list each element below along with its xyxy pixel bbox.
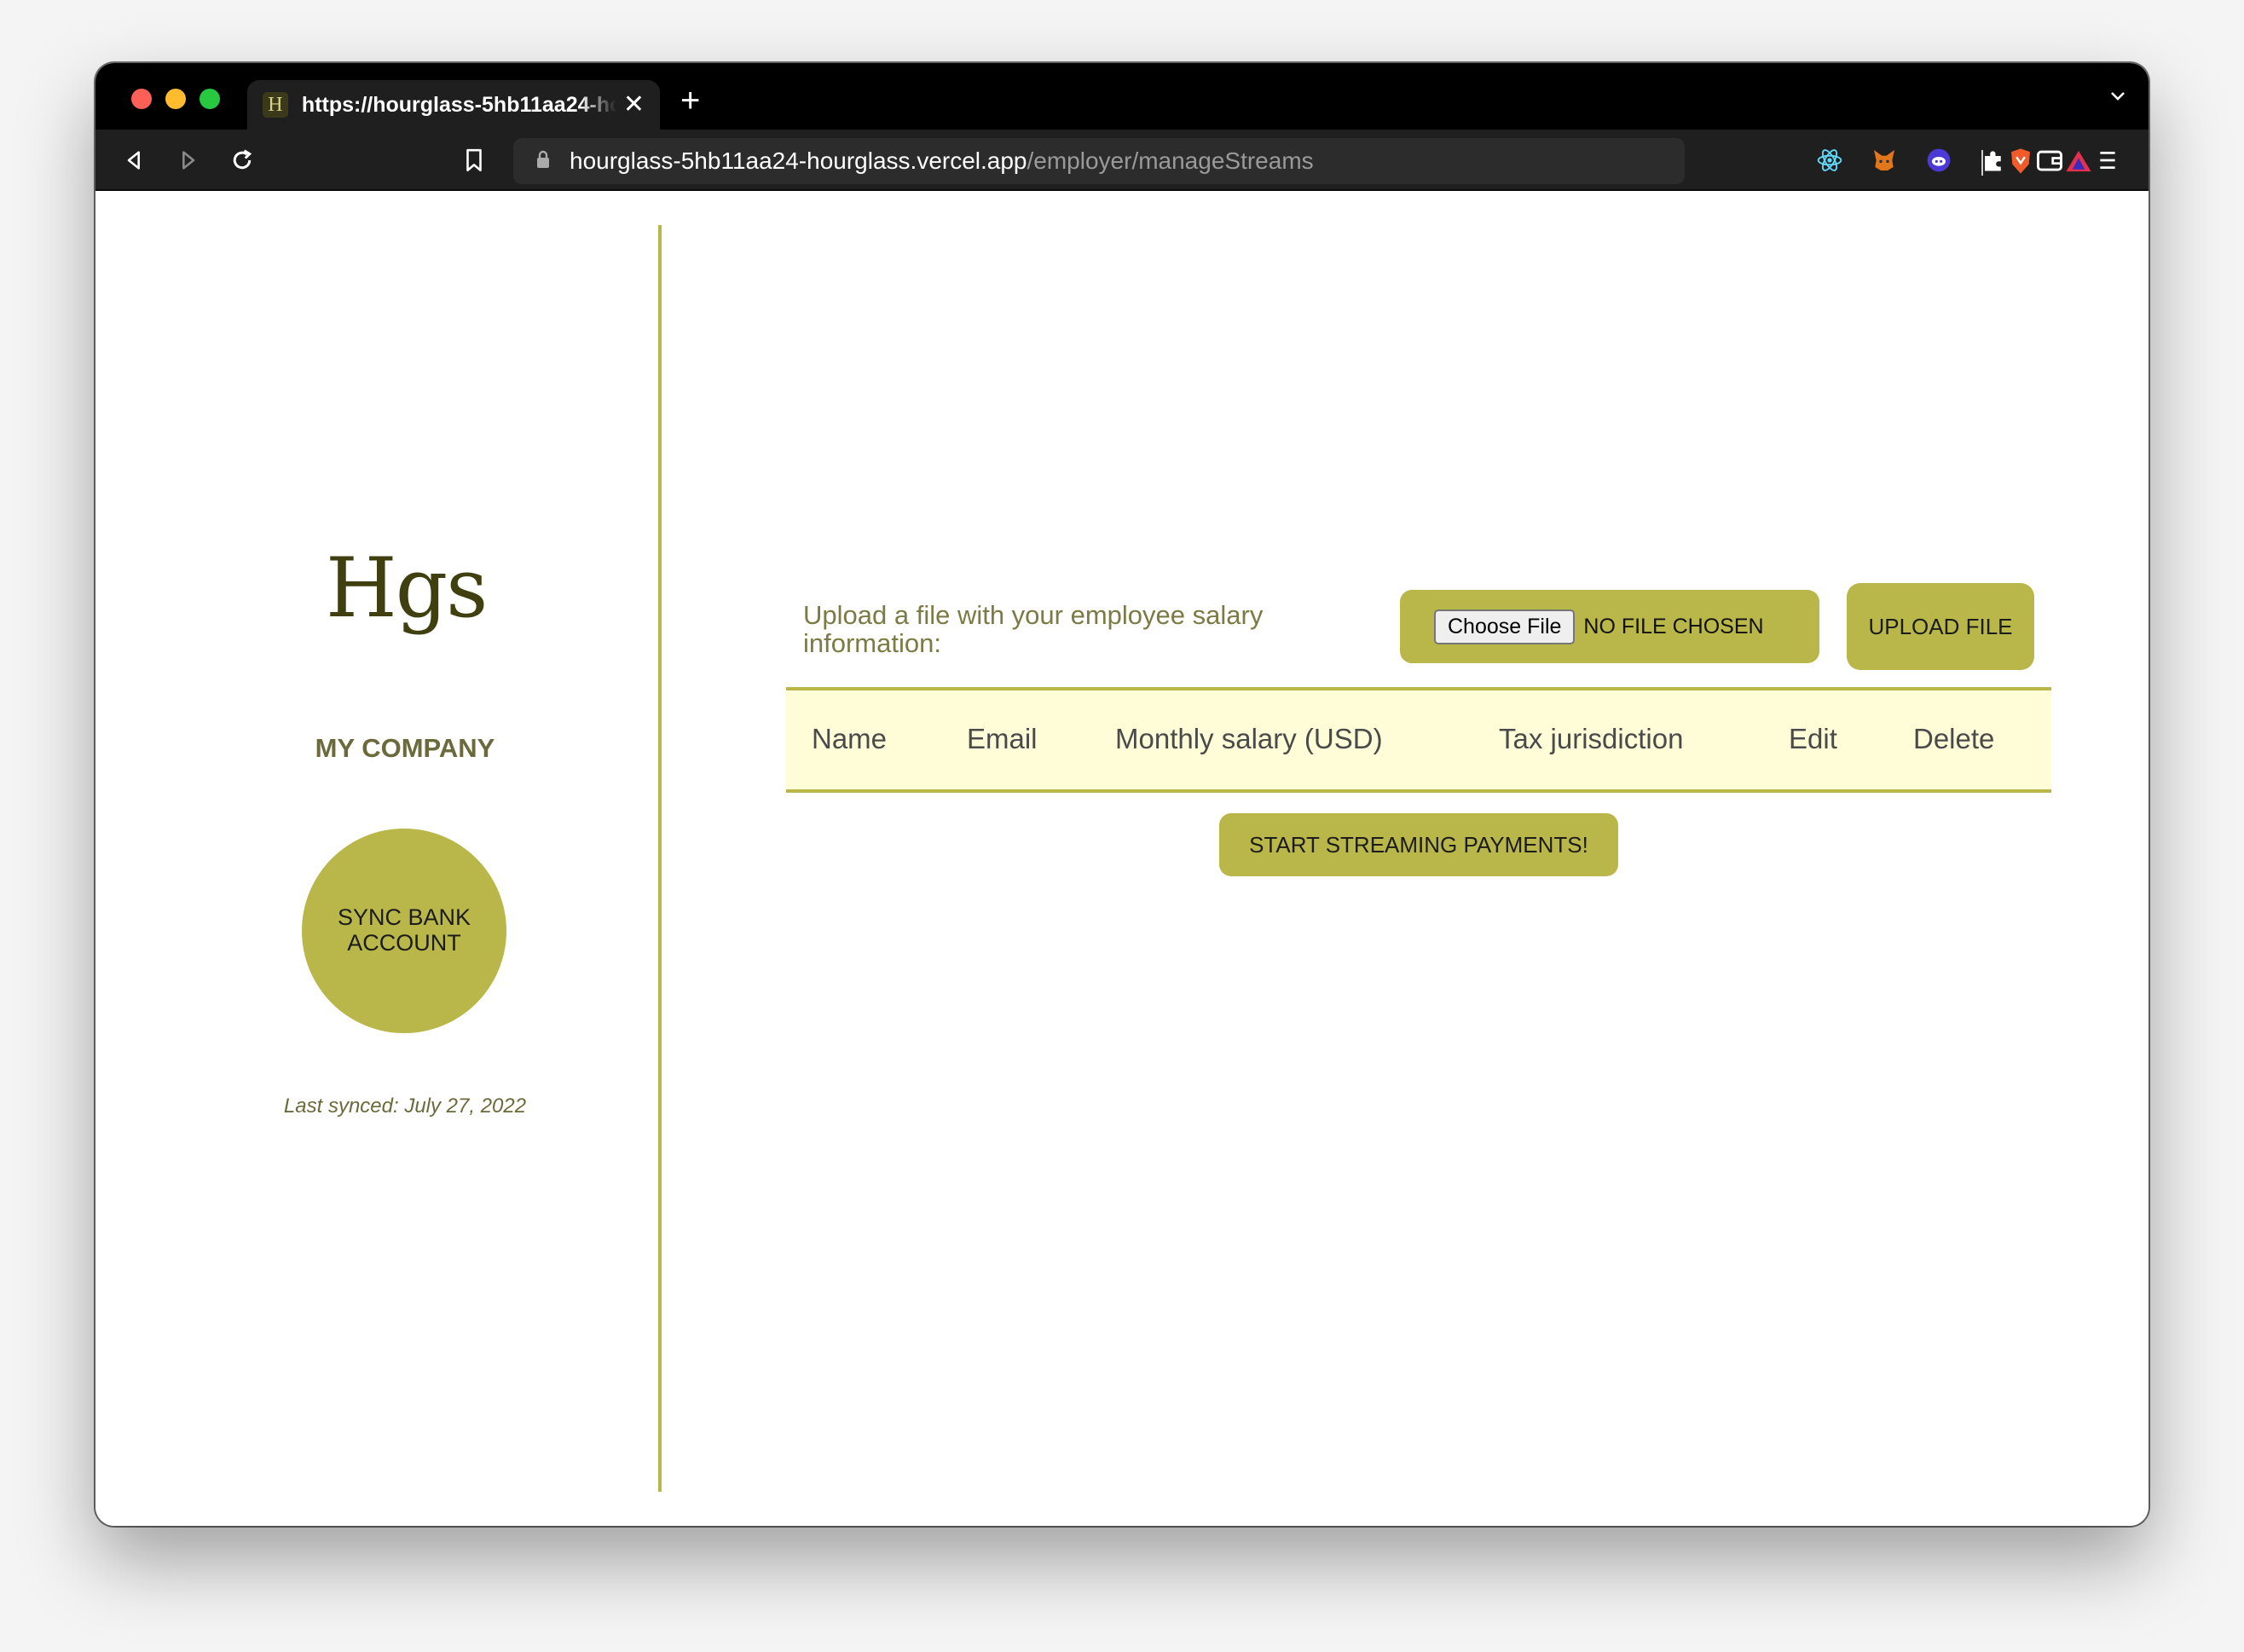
column-header-monthly-salary: Monthly salary (USD)	[1115, 723, 1383, 754]
last-synced-text: Last synced: July 27, 2022	[283, 1095, 527, 1118]
column-header-tax-jurisdiction: Tax jurisdiction	[1499, 723, 1684, 754]
extensions-puzzle-icon[interactable]	[1978, 145, 2009, 176]
tab-list-chevron-icon[interactable]	[2108, 85, 2128, 110]
browser-window: H https://hourglass-5hb11aa24-hourglass.…	[95, 63, 2149, 1526]
page-content: Hgs MY COMPANY SYNC BANK ACCOUNT Last sy…	[95, 191, 2149, 1526]
company-name: MY COMPANY	[315, 733, 495, 763]
tab-strip: H https://hourglass-5hb11aa24-hourglass.…	[95, 63, 2149, 130]
brave-shield-icon[interactable]	[2005, 146, 2036, 176]
no-file-chosen-text: NO FILE CHOSEN	[1583, 614, 1764, 638]
tab-title: https://hourglass-5hb11aa24-hourglass.ve…	[301, 92, 616, 117]
tab-close-icon[interactable]: ✕	[623, 92, 645, 118]
wallet-icon[interactable]	[2034, 145, 2065, 176]
url-path: /employer/manageStreams	[1027, 147, 1314, 174]
extension-icon[interactable]	[1923, 145, 1954, 176]
forward-icon[interactable]	[172, 145, 203, 176]
address-bar[interactable]: hourglass-5hb11aa24-hourglass.vercel.app…	[513, 138, 2091, 184]
sync-bank-account-button[interactable]: SYNC BANK ACCOUNT	[302, 829, 506, 1033]
sidebar-divider	[658, 225, 662, 1492]
zoom-window-button[interactable]	[200, 89, 220, 109]
close-window-button[interactable]	[131, 89, 152, 109]
react-devtools-icon[interactable]	[1814, 145, 1845, 176]
lock-icon[interactable]	[535, 150, 551, 173]
column-header-delete: Delete	[1913, 723, 1995, 754]
metamask-icon[interactable]	[1869, 145, 1900, 176]
choose-file-button[interactable]: Choose File	[1434, 609, 1576, 644]
column-header-edit: Edit	[1789, 723, 1837, 754]
employee-table-header: Name Email Monthly salary (USD) Tax juri…	[786, 687, 2051, 793]
file-input[interactable]: Choose File NO FILE CHOSEN	[1400, 590, 1819, 663]
column-header-email: Email	[967, 723, 1038, 754]
brave-rewards-icon[interactable]	[2063, 146, 2094, 176]
minimize-window-button[interactable]	[165, 89, 186, 109]
upload-file-button[interactable]: UPLOAD FILE	[1847, 583, 2034, 670]
upload-instructions: Upload a file with your employee salary …	[803, 600, 1264, 658]
tab-favicon-icon: H	[263, 92, 288, 118]
reload-icon[interactable]	[227, 145, 257, 176]
new-tab-icon[interactable]: +	[680, 84, 700, 118]
hourglass-logo: Hgs	[326, 540, 488, 636]
start-streaming-payments-button[interactable]: START STREAMING PAYMENTS!	[1219, 813, 1618, 876]
menu-icon[interactable]	[2092, 145, 2123, 176]
url-host: hourglass-5hb11aa24-hourglass.vercel.app	[570, 147, 1027, 174]
browser-toolbar: hourglass-5hb11aa24-hourglass.vercel.app…	[95, 130, 2149, 191]
back-icon[interactable]	[119, 145, 150, 176]
bookmark-icon[interactable]	[459, 145, 489, 176]
browser-tab[interactable]: H https://hourglass-5hb11aa24-hourglass.…	[247, 80, 660, 130]
column-header-name: Name	[812, 723, 888, 754]
